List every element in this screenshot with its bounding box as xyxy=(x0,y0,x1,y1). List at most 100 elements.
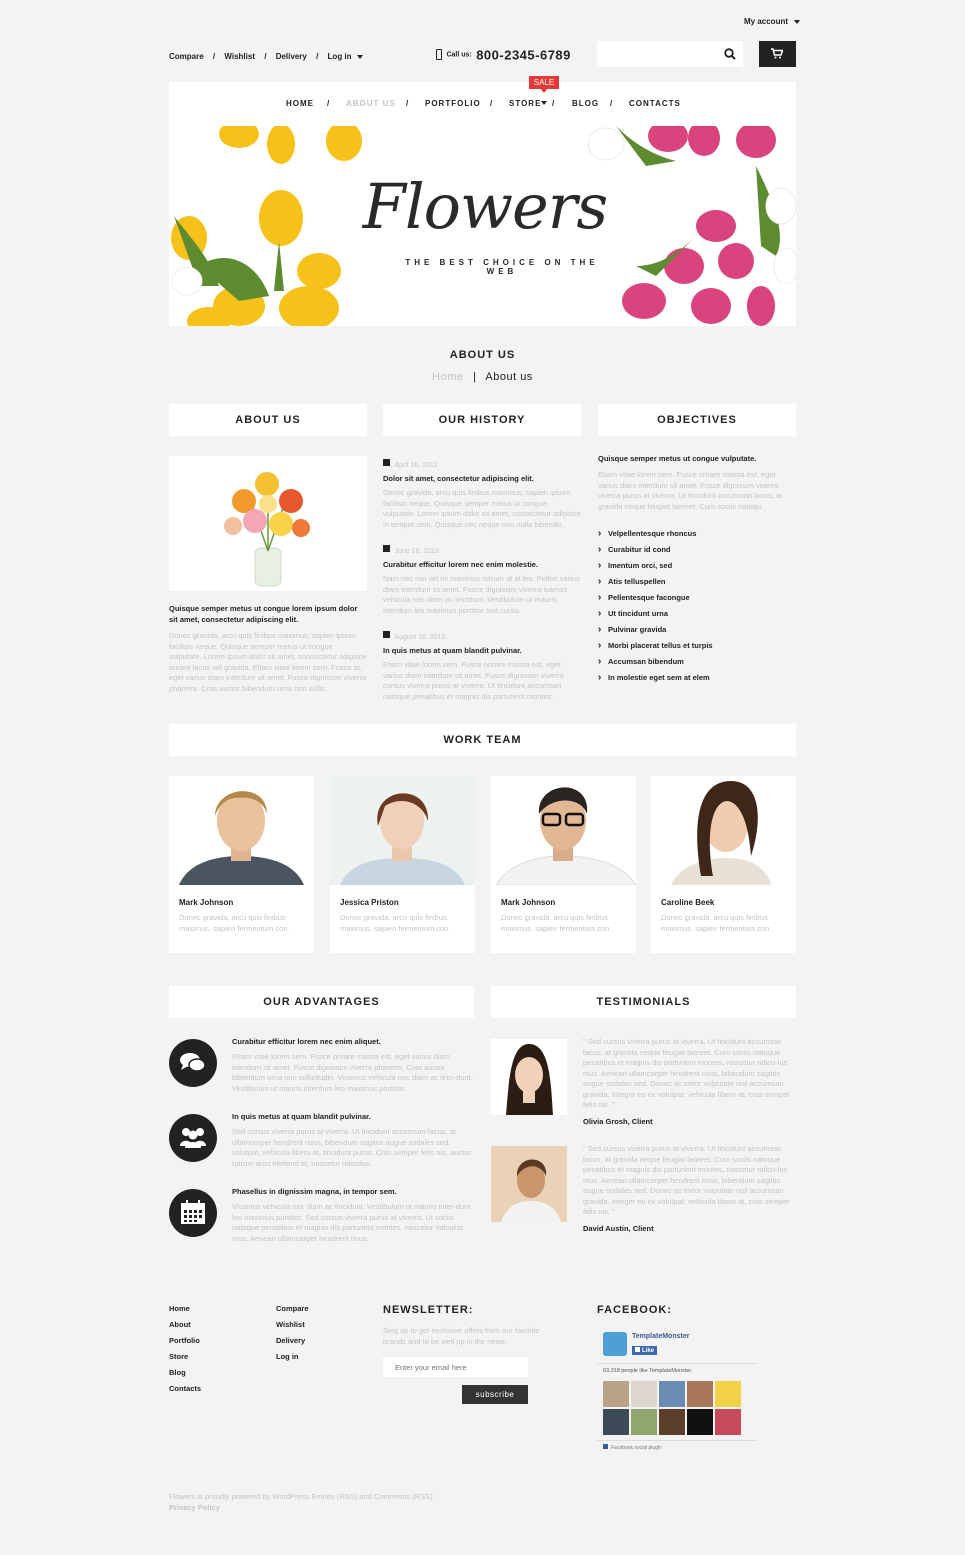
facebook-plugin-label: Facebook social plugin xyxy=(603,1444,662,1451)
facebook-page-name[interactable]: TemplateMonster xyxy=(632,1333,689,1340)
search-icon[interactable] xyxy=(724,48,736,60)
my-account-label: My account xyxy=(744,17,789,26)
objective-item[interactable]: Accumsan bibendum xyxy=(598,656,684,667)
nav-blog[interactable]: BLOG xyxy=(572,99,599,108)
chat-bubbles-icon xyxy=(180,1053,206,1072)
footer-link-compare[interactable]: Compare xyxy=(276,1304,309,1313)
facebook-like-count: 63,318 people like TemplateMonster. xyxy=(603,1368,693,1374)
fan-avatar[interactable] xyxy=(715,1409,741,1435)
facebook-plugin-text: Facebook social plugin xyxy=(611,1445,662,1451)
objective-item[interactable]: Imentum orci, sed xyxy=(598,560,672,571)
team-desc: Donec gravida, arcu quis finibus maximus… xyxy=(661,913,772,933)
facebook-icon xyxy=(603,1444,608,1449)
wishlist-link[interactable]: Wishlist xyxy=(224,52,255,61)
facebook-icon xyxy=(635,1347,640,1352)
newsletter-email-input[interactable] xyxy=(383,1357,528,1377)
newsletter-text: Sing up to get exclusive offers from our… xyxy=(383,1326,540,1346)
facebook-like-button[interactable]: Like xyxy=(632,1346,658,1355)
footer-link-login[interactable]: Log in xyxy=(276,1352,299,1361)
advantage-icon-wrap xyxy=(169,1189,217,1237)
compare-link[interactable]: Compare xyxy=(169,52,204,61)
fan-avatar[interactable] xyxy=(659,1381,685,1407)
nav-separator: / xyxy=(327,99,330,108)
objective-item[interactable]: In molestie eget sem at elem xyxy=(598,672,710,683)
testimonial-text: " Sed cursus viverra purus at viverra. U… xyxy=(583,1037,790,1109)
phone-number: 800-2345-6789 xyxy=(476,47,571,63)
facebook-widget: TemplateMonster Like 63,318 people like … xyxy=(597,1326,757,1456)
breadcrumb-home[interactable]: Home xyxy=(432,371,463,383)
objective-item[interactable]: Morbi placerat tellus et turpis xyxy=(598,640,713,651)
objective-item[interactable]: Velpellentesque rhoncus xyxy=(598,528,696,539)
footer-link-about[interactable]: About xyxy=(169,1320,191,1329)
fan-avatar[interactable] xyxy=(603,1409,629,1435)
nav-portfolio[interactable]: PORTFOLIO xyxy=(425,99,481,108)
history-entry-2: June 16, 2013 Curabitur efficitur lorem … xyxy=(383,540,581,616)
nav-contacts[interactable]: CONTACTS xyxy=(629,99,681,108)
fan-avatar[interactable] xyxy=(715,1381,741,1407)
login-link[interactable]: Log in xyxy=(328,52,352,61)
objective-item[interactable]: Ut tincidunt urna xyxy=(598,608,668,619)
my-account-menu[interactable]: My account xyxy=(744,17,801,26)
history-entry-1: April 16, 2012 Dolor sit amet, consectet… xyxy=(383,454,581,530)
top-links: Compare / Wishlist / Delivery / Log in xyxy=(169,52,363,61)
facebook-divider xyxy=(597,1440,757,1441)
fan-avatar[interactable] xyxy=(687,1381,713,1407)
objective-item[interactable]: Atis telluspellen xyxy=(598,576,665,587)
objectives-heading: OBJECTIVES xyxy=(598,404,796,436)
team-photo xyxy=(330,776,475,885)
caret-down-icon xyxy=(356,54,363,59)
fan-avatar[interactable] xyxy=(687,1409,713,1435)
history-title: Dolor sit amet, consectetur adipiscing e… xyxy=(383,474,534,483)
privacy-policy-link[interactable]: Privacy Policy xyxy=(169,1503,220,1512)
fan-avatar[interactable] xyxy=(631,1381,657,1407)
footer-link-portfolio[interactable]: Portfolio xyxy=(169,1336,200,1345)
subscribe-button[interactable]: subscribe xyxy=(462,1385,528,1404)
footer-link-home[interactable]: Home xyxy=(169,1304,190,1313)
team-member-card[interactable]: Jessica Priston Donec gravida, arcu quis… xyxy=(330,776,475,953)
fan-avatar[interactable] xyxy=(631,1409,657,1435)
footer-link-wishlist[interactable]: Wishlist xyxy=(276,1320,305,1329)
sale-badge: SALE xyxy=(529,76,559,89)
link-separator: / xyxy=(264,52,267,61)
history-text: Donec gravida, arcu quis finibus maximus… xyxy=(383,488,581,529)
work-team-heading: WORK TEAM xyxy=(169,724,796,756)
footer-link-contacts[interactable]: Contacts xyxy=(169,1384,201,1393)
testimonial-text: " Sed cursus viverra purus at viverra. U… xyxy=(583,1144,790,1216)
objective-item[interactable]: Pulvinar gravida xyxy=(598,624,666,635)
nav-separator: / xyxy=(610,99,613,108)
facebook-divider xyxy=(597,1363,757,1364)
fan-avatar[interactable] xyxy=(659,1409,685,1435)
fan-avatar[interactable] xyxy=(603,1381,629,1407)
footer-link-delivery[interactable]: Delivery xyxy=(276,1336,305,1345)
caret-down-icon xyxy=(794,19,801,24)
nav-about-us[interactable]: ABOUT US xyxy=(346,99,396,108)
nav-home[interactable]: HOME xyxy=(286,99,314,108)
facebook-page-avatar xyxy=(603,1332,627,1356)
footer-link-blog[interactable]: Blog xyxy=(169,1368,186,1377)
team-member-card[interactable]: Caroline Beek Donec gravida, arcu quis f… xyxy=(651,776,796,953)
nav-store[interactable]: STORE xyxy=(509,99,541,108)
team-desc: Donec gravida, arcu quis finibus maximus… xyxy=(501,913,612,933)
nav-separator: / xyxy=(552,99,555,108)
history-text: Etiam vitae lorem sem. Fusce ornare mass… xyxy=(383,660,564,701)
calendar-icon xyxy=(383,545,390,553)
flowers-decoration-left xyxy=(171,126,362,326)
advantage-text: Vivamus vehicula nec diam ac tincidunt. … xyxy=(232,1202,471,1243)
objective-item[interactable]: Curabitur id cond xyxy=(598,544,670,555)
objective-item[interactable]: Pellentesque facongue xyxy=(598,592,690,603)
search-box[interactable] xyxy=(597,41,743,67)
bouquet-image xyxy=(169,456,367,591)
hero-banner: Flowers THE BEST CHOICE ON THE WEB xyxy=(169,126,796,326)
about-us-heading: ABOUT US xyxy=(169,404,367,436)
footer-link-store[interactable]: Store xyxy=(169,1352,188,1361)
team-name: Mark Johnson xyxy=(179,898,234,907)
team-member-card[interactable]: Mark Johnson Donec gravida, arcu quis fi… xyxy=(491,776,636,953)
delivery-link[interactable]: Delivery xyxy=(276,52,307,61)
team-name: Mark Johnson xyxy=(501,898,556,907)
team-desc: Donec gravida, arcu quis finibus maximus… xyxy=(179,913,290,933)
team-member-card[interactable]: Mark Johnson Donec gravida, arcu quis fi… xyxy=(169,776,314,953)
phone-icon xyxy=(436,49,442,61)
advantage-title: Phasellus in dignissim magna, in tempor … xyxy=(232,1187,397,1196)
cart-icon xyxy=(771,48,783,59)
cart-button[interactable] xyxy=(759,41,796,67)
